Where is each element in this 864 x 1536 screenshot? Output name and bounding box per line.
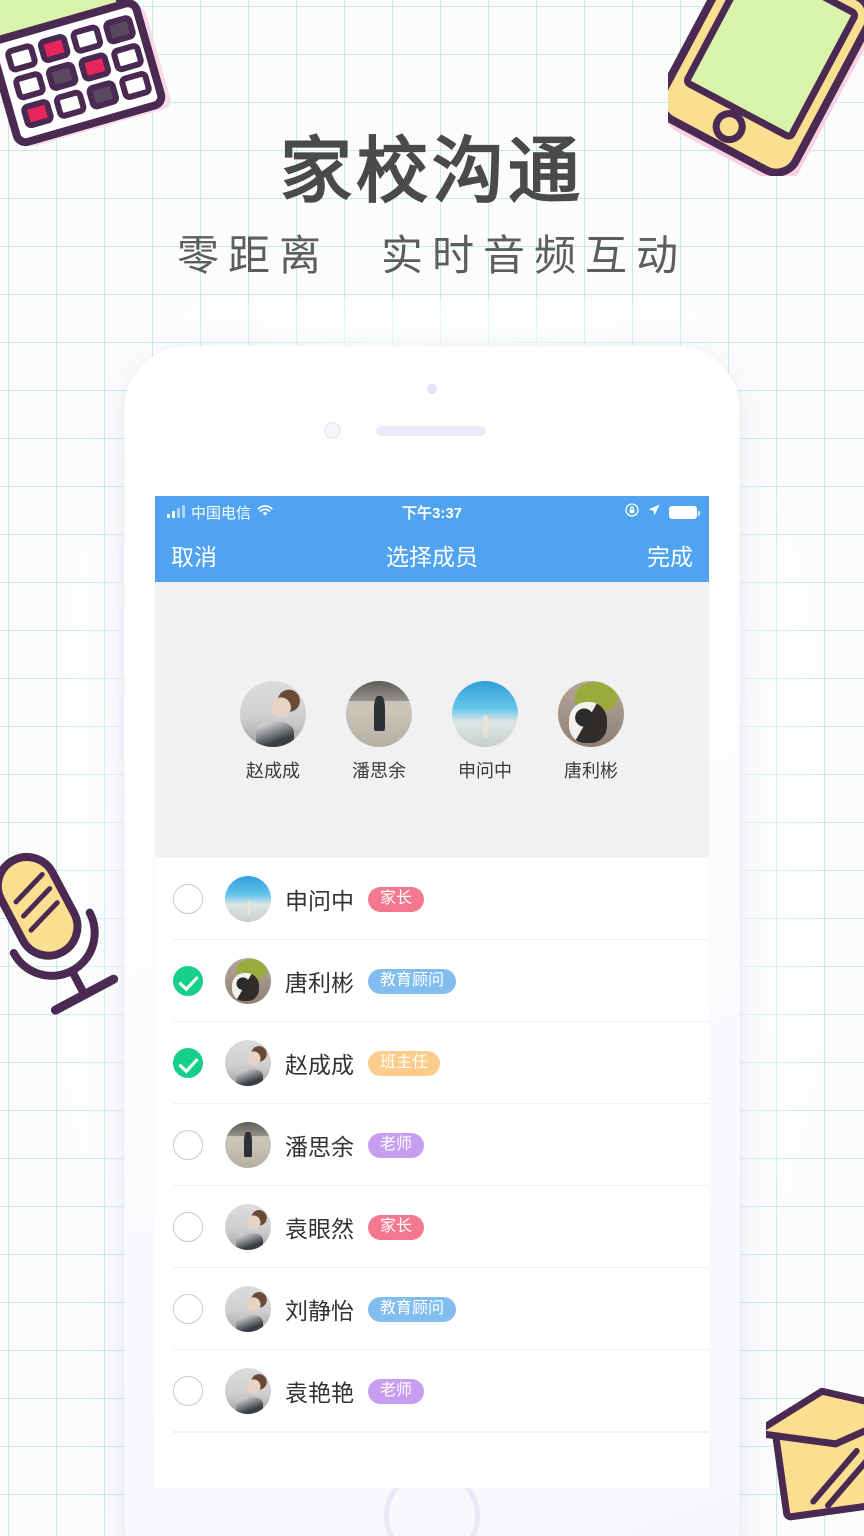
avatar (225, 876, 271, 922)
selected-members-strip: 赵成成 潘思余 申问中 唐利彬 (155, 582, 709, 858)
row-checkbox[interactable] (173, 966, 203, 996)
graduation-cap-doodle (751, 1382, 864, 1536)
microphone-doodle (0, 836, 128, 1031)
phone-mockup: 中国电信 下午3:37 取消 选择成员 完成 赵成成 潘思余 申问中 唐利彬 申… (119, 346, 745, 1536)
row-checkbox[interactable] (173, 1212, 203, 1242)
table-row[interactable]: 袁艳艳 老师 (155, 1350, 709, 1432)
role-tag: 老师 (368, 1132, 425, 1158)
selected-member-name: 潘思余 (352, 761, 406, 781)
member-list: 申问中 家长 唐利彬 教育顾问 赵成成 班主任 潘思余 老师 袁眼然 家长 刘静… (155, 858, 709, 1488)
carrier-label: 中国电信 (191, 504, 252, 522)
power-button (740, 614, 745, 700)
avatar (225, 1040, 271, 1086)
avatar (225, 1204, 271, 1250)
row-checkbox[interactable] (173, 1048, 203, 1078)
role-tag: 老师 (368, 1378, 425, 1404)
role-tag: 教育顾问 (368, 1296, 457, 1322)
avatar (225, 1368, 271, 1414)
rotation-lock-icon (625, 503, 639, 521)
avatar (225, 1286, 271, 1332)
selected-member[interactable]: 申问中 (446, 681, 524, 783)
table-row[interactable]: 唐利彬 教育顾问 (155, 940, 709, 1022)
poster-page: 家校沟通 零距离 实时音频互动 中国电信 下午3:37 取消 选择成员 完成 赵… (0, 0, 864, 1536)
table-row[interactable]: 刘静怡 教育顾问 (155, 1268, 709, 1350)
member-name: 刘静怡 (285, 1298, 354, 1324)
avatar (346, 681, 412, 747)
cancel-button[interactable]: 取消 (171, 538, 217, 572)
member-name: 潘思余 (285, 1134, 354, 1160)
member-name: 赵成成 (285, 1052, 354, 1078)
status-bar-left: 中国电信 (167, 502, 273, 523)
avatar (452, 681, 518, 747)
done-button[interactable]: 完成 (647, 538, 693, 572)
camera-icon (427, 384, 437, 394)
nav-title: 选择成员 (386, 544, 478, 570)
member-name: 申问中 (285, 888, 354, 914)
phone-screen: 中国电信 下午3:37 取消 选择成员 完成 赵成成 潘思余 申问中 唐利彬 申… (155, 496, 709, 1488)
list-bottom-spacer (155, 1432, 709, 1488)
mute-switch (119, 546, 124, 584)
signal-bars-icon (167, 504, 185, 518)
selected-member[interactable]: 赵成成 (234, 681, 312, 783)
volume-down-button (119, 694, 124, 760)
table-row[interactable]: 申问中 家长 (155, 858, 709, 940)
row-checkbox[interactable] (173, 1294, 203, 1324)
avatar (558, 681, 624, 747)
avatar (225, 1122, 271, 1168)
battery-icon (669, 505, 700, 519)
wifi-icon (257, 504, 273, 521)
role-tag: 教育顾问 (368, 968, 457, 994)
avatar (240, 681, 306, 747)
row-checkbox[interactable] (173, 1130, 203, 1160)
table-row[interactable]: 袁眼然 家长 (155, 1186, 709, 1268)
selected-member-name: 申问中 (458, 761, 512, 781)
row-checkbox[interactable] (173, 1376, 203, 1406)
location-arrow-icon (647, 503, 661, 521)
role-tag: 家长 (368, 1214, 425, 1240)
status-bar: 中国电信 下午3:37 (155, 496, 709, 528)
proximity-sensor-icon (324, 422, 341, 439)
table-row[interactable]: 赵成成 班主任 (155, 1022, 709, 1104)
page-title: 家校沟通 (279, 129, 584, 213)
selected-member-name: 赵成成 (246, 761, 300, 781)
avatar (225, 958, 271, 1004)
selected-member[interactable]: 潘思余 (340, 681, 418, 783)
selected-member[interactable]: 唐利彬 (552, 681, 630, 783)
row-checkbox[interactable] (173, 884, 203, 914)
member-name: 袁艳艳 (285, 1380, 354, 1406)
selected-member-name: 唐利彬 (564, 761, 618, 781)
earpiece-speaker (376, 426, 486, 436)
role-tag: 班主任 (368, 1050, 441, 1076)
table-row[interactable]: 潘思余 老师 (155, 1104, 709, 1186)
member-name: 唐利彬 (285, 970, 354, 996)
role-tag: 家长 (368, 886, 425, 912)
status-bar-right (625, 503, 700, 521)
nav-bar: 取消 选择成员 完成 (155, 528, 709, 582)
page-subtitle: 零距离 实时音频互动 (176, 231, 687, 280)
volume-up-button (119, 608, 124, 674)
member-name: 袁眼然 (285, 1216, 354, 1242)
